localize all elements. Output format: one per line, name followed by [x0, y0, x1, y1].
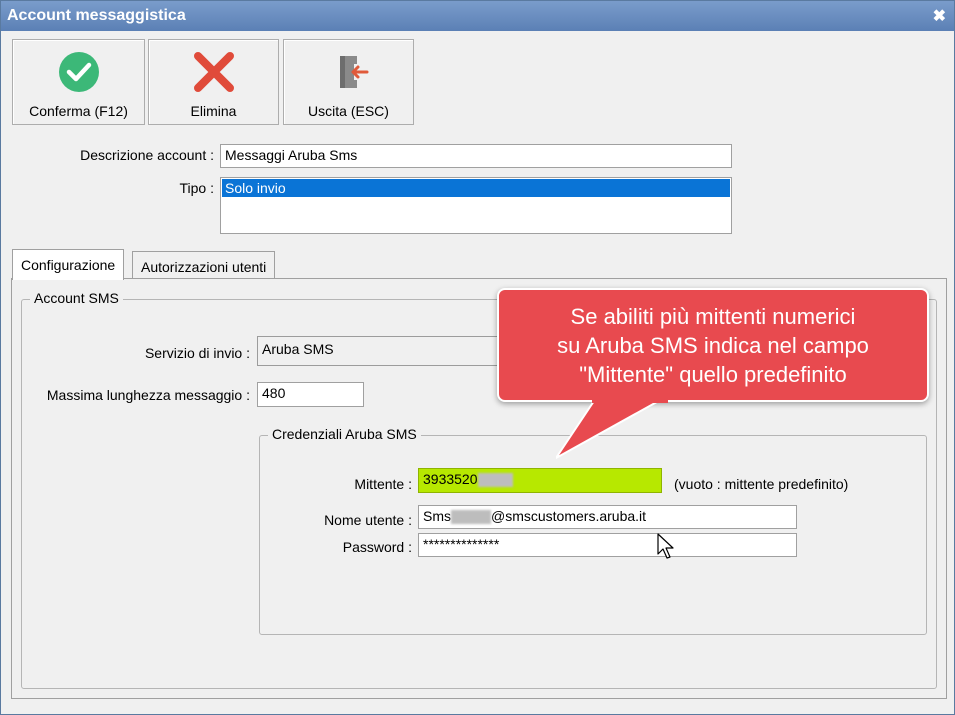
username-input[interactable]: Sms @smscustomers.aruba.it	[418, 505, 797, 529]
type-label: Tipo :	[179, 180, 215, 196]
username-label: Nome utente :	[324, 512, 412, 528]
checkmark-icon	[58, 52, 99, 92]
sender-hint: (vuoto : mittente predefinito)	[674, 476, 849, 492]
callout-pointer	[556, 398, 668, 459]
callout-line-2: su Aruba SMS indica nel campo	[557, 333, 869, 358]
exit-button[interactable]: Uscita (ESC)	[283, 39, 414, 125]
sms-account-legend: Account SMS	[30, 290, 123, 306]
max-length-input[interactable]: 480	[257, 382, 364, 407]
delete-button[interactable]: Elimina	[148, 39, 279, 125]
title-bar: Account messaggistica ✖	[1, 1, 954, 31]
type-listbox[interactable]: Solo invio	[220, 177, 732, 234]
service-field: Aruba SMS	[257, 336, 507, 366]
sender-label: Mittente :	[354, 476, 412, 492]
dialog-window: Account messaggistica ✖ Conferma (F12) E…	[0, 0, 955, 715]
close-icon[interactable]: ✖	[933, 6, 946, 26]
credentials-legend: Credenziali Aruba SMS	[268, 426, 421, 442]
callout-tooltip: Se abiliti più mittenti numerici su Arub…	[497, 288, 929, 402]
confirm-button-label: Conferma (F12)	[29, 103, 128, 119]
delete-button-label: Elimina	[190, 103, 237, 119]
type-option-selected[interactable]: Solo invio	[222, 179, 730, 197]
max-length-label: Massima lunghezza messaggio :	[46, 387, 250, 403]
password-label: Password :	[342, 539, 412, 555]
redacted-mark	[451, 510, 491, 525]
tab-configurazione[interactable]: Configurazione	[12, 249, 125, 280]
callout-line-1: Se abiliti più mittenti numerici	[570, 304, 856, 329]
exit-door-icon	[339, 56, 368, 88]
description-label: Descrizione account :	[80, 147, 214, 163]
service-label: Servizio di invio :	[144, 345, 250, 361]
window-title: Account messaggistica	[7, 7, 186, 24]
sender-input[interactable]: 3933520	[418, 468, 662, 493]
username-suffix: @smscustomers.aruba.it	[491, 508, 647, 524]
password-input[interactable]: **************	[418, 533, 797, 557]
callout-line-3: "Mittente" quello predefinito	[579, 362, 847, 387]
username-prefix: Sms	[423, 508, 451, 524]
mouse-cursor-icon	[657, 533, 674, 559]
sender-value: 3933520	[423, 471, 478, 487]
delete-x-icon	[193, 52, 234, 92]
confirm-button[interactable]: Conferma (F12)	[12, 39, 145, 125]
tab-autorizzazioni-utenti[interactable]: Autorizzazioni utenti	[132, 251, 276, 279]
description-input[interactable]: Messaggi Aruba Sms	[220, 144, 732, 168]
redacted-mark	[477, 473, 513, 488]
exit-button-label: Uscita (ESC)	[308, 103, 389, 119]
